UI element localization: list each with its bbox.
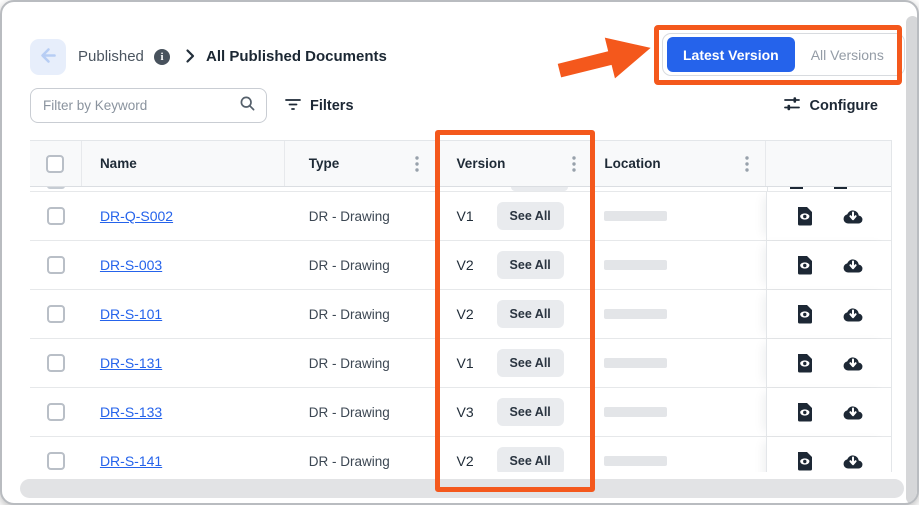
location-skeleton-bar: [604, 407, 667, 417]
configure-label: Configure: [810, 98, 878, 114]
location-column-menu-icon[interactable]: [741, 152, 753, 176]
app-window: Published i All Published Documents: [0, 0, 919, 505]
document-name-link[interactable]: DR-Q-S002: [100, 208, 173, 224]
latest-version-toggle[interactable]: Latest Version: [667, 37, 795, 72]
vertical-scrollbar[interactable]: [906, 16, 919, 504]
horizontal-scrollbar[interactable]: [20, 479, 904, 498]
document-name-link[interactable]: DR-S-133: [100, 404, 162, 420]
table-row: DR-S-101 DR - Drawing V2 See All: [30, 290, 891, 339]
page-title: All Published Documents: [206, 48, 387, 65]
filter-lines-icon: [285, 97, 301, 115]
document-type: DR - Drawing: [309, 209, 390, 224]
filters-label: Filters: [310, 98, 354, 114]
row-checkbox[interactable]: [47, 256, 65, 274]
row-checkbox[interactable]: [47, 207, 65, 225]
see-all-button[interactable]: See All: [497, 300, 564, 328]
breadcrumb-section[interactable]: Published: [78, 48, 144, 65]
header-version[interactable]: Version: [436, 141, 594, 186]
document-type: DR - Drawing: [309, 258, 390, 273]
version-view-toggle: Latest Version All Versions: [662, 33, 905, 76]
type-column-menu-icon[interactable]: [411, 152, 423, 176]
document-name-link[interactable]: DR-S-101: [100, 306, 162, 322]
all-versions-toggle[interactable]: All Versions: [795, 37, 900, 72]
version-value: V1: [457, 208, 497, 224]
screenshot-stage: Published i All Published Documents: [0, 0, 919, 505]
see-all-button[interactable]: See All: [497, 202, 564, 230]
search-icon[interactable]: [239, 95, 256, 117]
row-checkbox[interactable]: [47, 354, 65, 372]
table-header: Name Type Version Location: [30, 140, 891, 187]
see-all-button[interactable]: See All: [497, 251, 564, 279]
back-button[interactable]: [30, 39, 66, 75]
document-type: DR - Drawing: [309, 307, 390, 322]
preview-file-icon[interactable]: [793, 253, 816, 277]
version-value: V2: [457, 453, 497, 469]
partial-row-top: [30, 187, 891, 192]
location-skeleton-bar: [604, 260, 667, 270]
cloud-download-icon[interactable]: [840, 254, 866, 276]
see-all-button[interactable]: See All: [497, 447, 564, 472]
document-type: DR - Drawing: [309, 356, 390, 371]
table-row: DR-Q-S002 DR - Drawing V1 See All: [30, 192, 891, 241]
see-all-button[interactable]: See All: [497, 398, 564, 426]
preview-file-icon[interactable]: [793, 400, 816, 424]
table-row: DR-S-133 DR - Drawing V3 See All: [30, 388, 891, 437]
version-column-menu-icon[interactable]: [568, 152, 580, 176]
document-name-link[interactable]: DR-S-131: [100, 355, 162, 371]
annotation-arrow-icon: [554, 28, 658, 95]
location-skeleton-bar: [604, 456, 667, 466]
table-row: DR-S-141 DR - Drawing V2 See All: [30, 437, 891, 472]
row-checkbox[interactable]: [47, 305, 65, 323]
keyword-filter-box: [30, 88, 267, 123]
version-value: V1: [457, 355, 497, 371]
header-actions: [766, 141, 891, 186]
document-type: DR - Drawing: [309, 454, 390, 469]
header-type[interactable]: Type: [285, 141, 436, 186]
filters-button[interactable]: Filters: [285, 92, 354, 120]
version-value: V2: [457, 306, 497, 322]
cloud-download-icon[interactable]: [840, 352, 866, 374]
table-row: DR-S-131 DR - Drawing V1 See All: [30, 339, 891, 388]
sliders-icon: [783, 95, 801, 117]
header-name[interactable]: Name: [82, 141, 285, 186]
collapse-left-arrow-icon: [39, 46, 58, 68]
select-all-checkbox[interactable]: [46, 155, 64, 173]
cloud-download-icon[interactable]: [840, 401, 866, 423]
cloud-download-icon[interactable]: [840, 303, 866, 325]
header-checkbox-cell: [30, 141, 82, 186]
documents-table: Name Type Version Location: [30, 140, 892, 472]
row-checkbox[interactable]: [47, 452, 65, 470]
see-all-button[interactable]: See All: [497, 349, 564, 377]
cloud-download-icon[interactable]: [840, 450, 866, 472]
version-value: V2: [457, 257, 497, 273]
document-type: DR - Drawing: [309, 405, 390, 420]
preview-file-icon[interactable]: [793, 449, 816, 472]
table-row: DR-S-003 DR - Drawing V2 See All: [30, 241, 891, 290]
location-skeleton-bar: [604, 309, 667, 319]
cloud-download-icon[interactable]: [840, 205, 866, 227]
document-name-link[interactable]: DR-S-003: [100, 257, 162, 273]
location-skeleton-bar: [604, 211, 667, 221]
search-input[interactable]: [43, 98, 239, 113]
chevron-right-icon: [182, 48, 198, 69]
version-value: V3: [457, 404, 497, 420]
header-location[interactable]: Location: [593, 141, 766, 186]
document-name-link[interactable]: DR-S-141: [100, 453, 162, 469]
preview-file-icon[interactable]: [793, 351, 816, 375]
row-checkbox[interactable]: [47, 403, 65, 421]
preview-file-icon[interactable]: [793, 302, 816, 326]
info-icon[interactable]: i: [154, 49, 170, 65]
location-skeleton-bar: [604, 358, 667, 368]
configure-button[interactable]: Configure: [783, 92, 878, 120]
preview-file-icon[interactable]: [793, 204, 816, 228]
